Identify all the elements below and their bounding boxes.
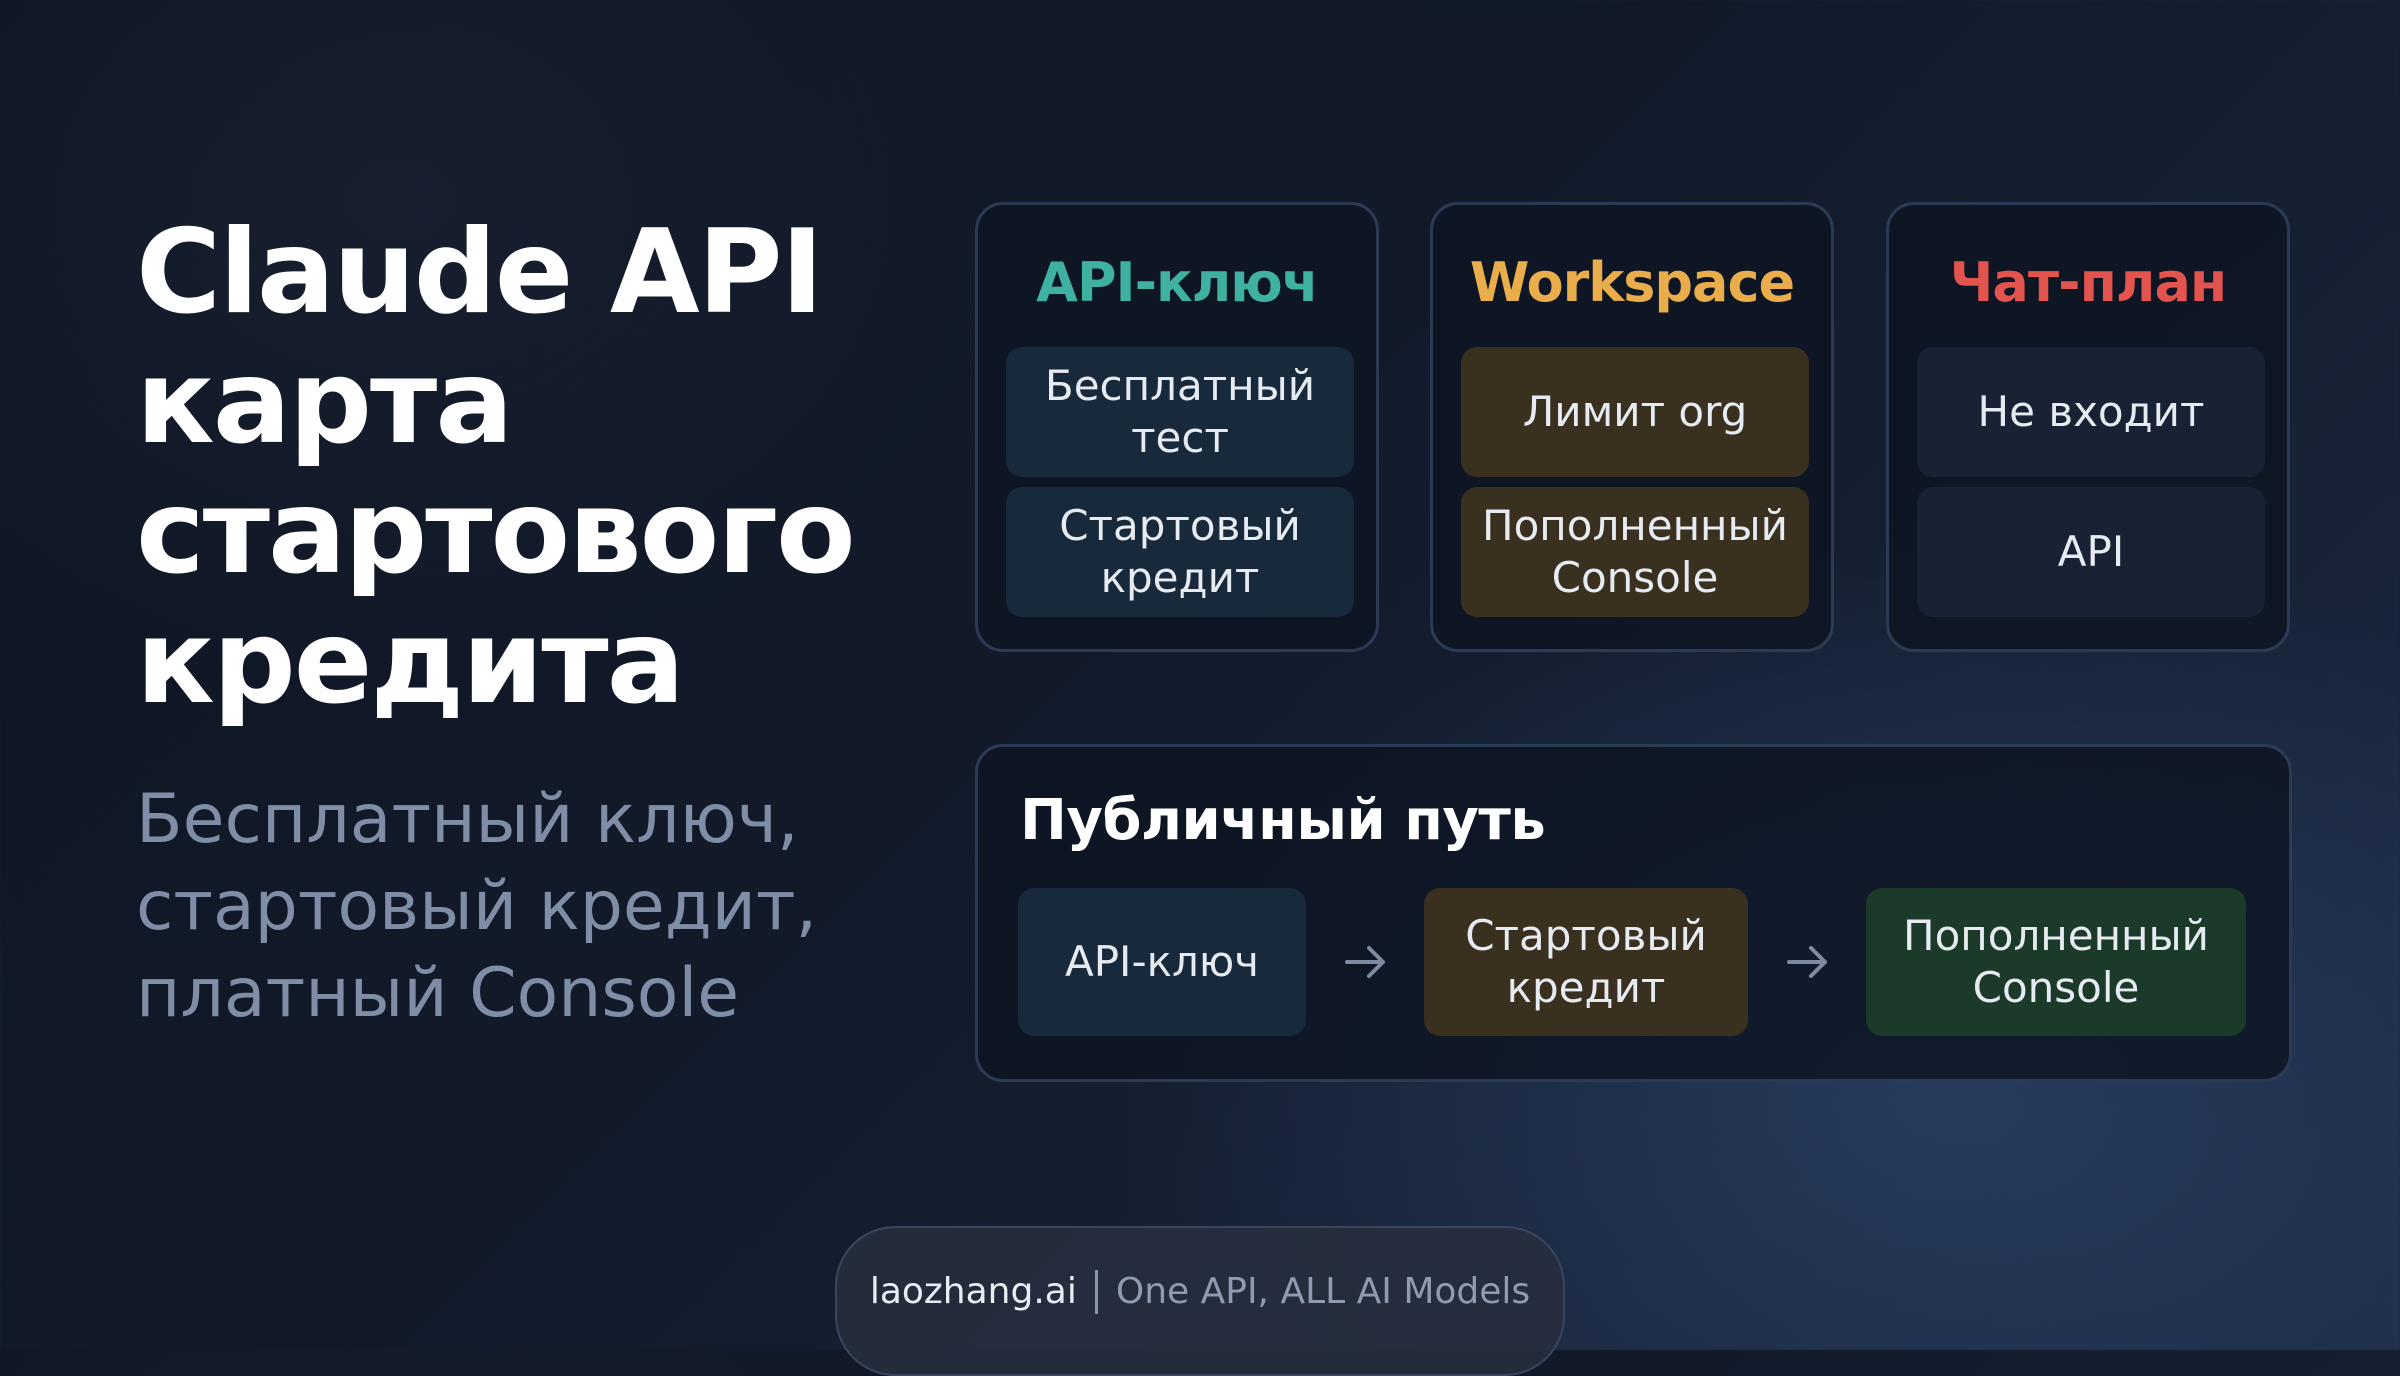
- card-item-line: Бесплатный: [1044, 361, 1316, 410]
- path-step-starter-credit: Стартовый кредит: [1424, 888, 1748, 1036]
- card-item-line: API: [2057, 527, 2125, 576]
- path-step-line: Пополненный: [1903, 911, 2209, 960]
- card-item: Бесплатный тест: [1006, 347, 1354, 477]
- card-item: Стартовый кредит: [1006, 487, 1354, 617]
- title-line: карта: [136, 335, 514, 470]
- card-item: Пополненный Console: [1461, 487, 1809, 617]
- card-api-key: API-ключ Бесплатный тест Стартовый креди…: [975, 202, 1379, 652]
- page-subtitle: Бесплатный ключ, стартовый кредит, платн…: [136, 776, 956, 1037]
- card-item: Лимит org: [1461, 347, 1809, 477]
- path-step-line: API-ключ: [1065, 937, 1259, 986]
- title-line: кредита: [136, 595, 685, 730]
- path-step-api-key: API-ключ: [1018, 888, 1306, 1036]
- arrow-right-icon: [1777, 935, 1837, 989]
- footer-tagline: One API, ALL AI Models: [1115, 1271, 1531, 1312]
- card-workspace: Workspace Лимит org Пополненный Console: [1430, 202, 1834, 652]
- subtitle-line: платный Console: [136, 954, 740, 1033]
- path-step-line: Console: [1972, 963, 2140, 1012]
- path-step-line: Стартовый: [1465, 911, 1707, 960]
- public-path-title: Публичный путь: [1020, 788, 1546, 853]
- card-title: API-ключ: [1036, 251, 1319, 314]
- card-title: Чат-план: [1949, 251, 2227, 314]
- card-item-line: тест: [1131, 413, 1229, 462]
- card-item-line: Не входит: [1977, 387, 2205, 436]
- title-line: Claude API: [136, 205, 824, 340]
- subtitle-line: стартовый кредит,: [136, 867, 818, 946]
- card-item: Не входит: [1917, 347, 2265, 477]
- card-item-line: Стартовый: [1059, 501, 1301, 550]
- path-step-line: кредит: [1506, 963, 1666, 1012]
- footer-brand[interactable]: laozhang.ai: [870, 1270, 1077, 1314]
- card-chat-plan: Чат-план Не входит API: [1886, 202, 2290, 652]
- card-item-line: Пополненный: [1482, 501, 1788, 550]
- title-line: стартового: [136, 465, 856, 600]
- arrow-right-icon: [1335, 935, 1395, 989]
- card-item-line: кредит: [1100, 553, 1260, 602]
- card-item-line: Console: [1551, 553, 1719, 602]
- footer-divider: [1094, 1270, 1098, 1314]
- card-item: API: [1917, 487, 2265, 617]
- card-title: Workspace: [1469, 251, 1795, 314]
- card-item-line: Лимит org: [1522, 387, 1748, 436]
- footer-badge: laozhang.ai One API, ALL AI Models: [835, 1226, 1565, 1376]
- public-path-panel: Публичный путь API-ключ Стартовый кредит…: [975, 744, 2292, 1082]
- page-title: Claude API карта стартового кредита: [136, 208, 916, 728]
- subtitle-line: Бесплатный ключ,: [136, 780, 799, 859]
- path-step-funded-console: Пополненный Console: [1866, 888, 2246, 1036]
